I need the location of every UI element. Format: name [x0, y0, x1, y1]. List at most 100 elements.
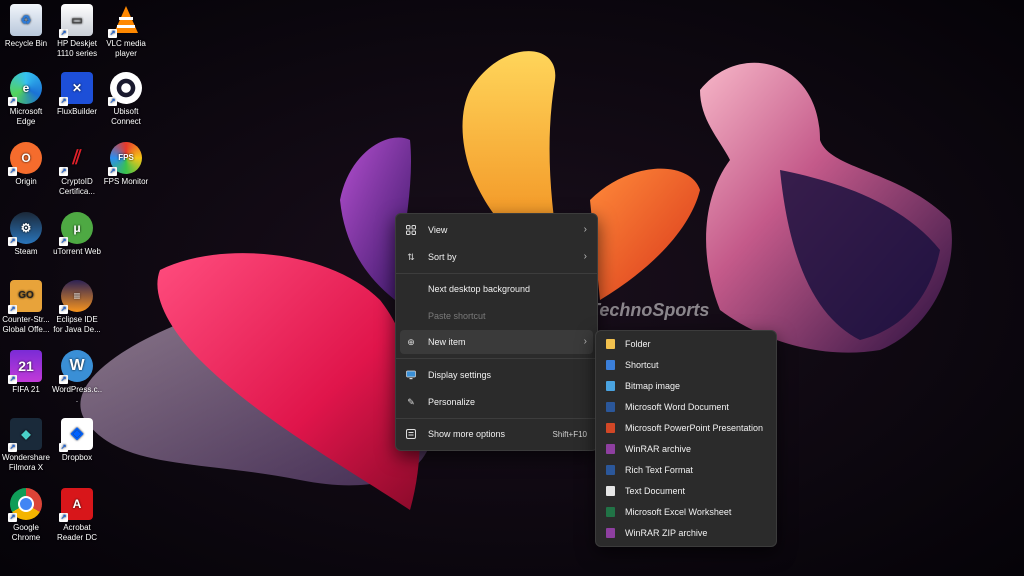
menu-item-label: Sort by	[428, 252, 457, 262]
desktop-icon-fluxbuilder[interactable]: ✕ ↗ FluxBuilder	[51, 72, 103, 117]
printer-icon: ▭ ↗	[59, 4, 93, 38]
desktop-icon-fifa[interactable]: 21 ↗ FIFA 21	[0, 350, 52, 395]
menu-item-display-settings[interactable]: Display settings	[400, 363, 593, 387]
dropbox-icon: ◈ ↗	[59, 418, 93, 452]
menu-separator	[396, 358, 597, 359]
eclipse-icon: ≡ ↗	[59, 280, 93, 314]
menu-item-sort-by[interactable]: ⇅ Sort by ›	[400, 245, 593, 269]
menu-item-view[interactable]: View ›	[400, 218, 593, 242]
chevron-right-icon: ›	[583, 251, 587, 262]
watermark-text: TechnoSports	[589, 299, 710, 320]
submenu-item-shortcut[interactable]: Shortcut	[600, 354, 772, 375]
chevron-right-icon: ›	[583, 336, 587, 347]
submenu-item-folder[interactable]: Folder	[600, 333, 772, 354]
submenu-item-powerpoint-presentation[interactable]: Microsoft PowerPoint Presentation	[600, 417, 772, 438]
menu-item-label: View	[428, 225, 448, 235]
new-item-submenu: Folder Shortcut Bitmap image Microsoft W…	[595, 330, 777, 547]
sort-icon: ⇅	[407, 251, 415, 262]
word-doc-icon	[606, 401, 615, 412]
submenu-item-bitmap-image[interactable]: Bitmap image	[600, 375, 772, 396]
menu-item-label: New item	[428, 337, 466, 347]
menu-separator	[396, 418, 597, 419]
csgo-icon: GO ↗	[8, 280, 42, 314]
menu-item-show-more-options[interactable]: Show more options Shift+F10	[400, 422, 593, 446]
fps-monitor-icon: FPS ↗	[108, 142, 142, 176]
desktop-icon-fps-monitor[interactable]: FPS ↗ FPS Monitor	[100, 142, 152, 187]
submenu-item-excel-worksheet[interactable]: Microsoft Excel Worksheet	[600, 501, 772, 522]
folder-icon	[606, 338, 615, 349]
desktop-icon-csgo[interactable]: GO ↗ Counter-Str... Global Offe...	[0, 280, 52, 335]
chevron-right-icon: ›	[583, 224, 587, 235]
origin-icon: O ↗	[8, 142, 42, 176]
utorrent-icon: μ ↗	[59, 212, 93, 246]
ubisoft-icon: ↗	[108, 72, 142, 106]
bitmap-icon	[606, 380, 615, 391]
desktop-icon-hp-deskjet[interactable]: ▭ ↗ HP Deskjet 1110 series	[51, 4, 103, 59]
menu-item-label: Show more options	[428, 429, 506, 439]
brush-icon: ✎	[407, 396, 415, 407]
desktop-icon-cryptoid[interactable]: ⫽ ↗ CryptoID Certifica...	[51, 142, 103, 197]
menu-item-label: Personalize	[428, 397, 476, 407]
fluxbuilder-icon: ✕ ↗	[59, 72, 93, 106]
vlc-cone-icon: ↗	[108, 4, 142, 38]
grid-view-icon	[406, 225, 416, 235]
desktop-context-menu: View › ⇅ Sort by › Next desktop backgrou…	[395, 213, 598, 451]
desktop-icon-edge[interactable]: e ↗ Microsoft Edge	[0, 72, 52, 127]
menu-item-next-desktop-background[interactable]: Next desktop background	[400, 277, 593, 301]
submenu-item-winrar-zip-archive[interactable]: WinRAR ZIP archive	[600, 522, 772, 543]
submenu-item-word-document[interactable]: Microsoft Word Document	[600, 396, 772, 417]
desktop-icon-utorrent[interactable]: μ ↗ uTorrent Web	[51, 212, 103, 257]
shortcut-icon	[606, 359, 615, 370]
menu-item-label: Display settings	[428, 370, 492, 380]
submenu-item-label: Folder	[625, 338, 651, 349]
cryptoid-icon: ⫽ ↗	[59, 147, 82, 176]
menu-item-paste-shortcut: Paste shortcut	[400, 304, 593, 328]
menu-item-label: Next desktop background	[428, 284, 531, 294]
menu-separator	[396, 273, 597, 274]
submenu-item-label: WinRAR archive	[625, 443, 692, 454]
desktop-icon-recycle-bin[interactable]: ♻ Recycle Bin	[0, 4, 52, 49]
submenu-item-label: Shortcut	[625, 359, 659, 370]
desktop-icon-ubisoft[interactable]: ↗ Ubisoft Connect	[100, 72, 152, 127]
shortcut-hint: Shift+F10	[552, 430, 587, 439]
desktop-icon-vlc[interactable]: ↗ VLC media player	[100, 4, 152, 59]
rtf-icon	[606, 464, 615, 475]
desktop-icon-steam[interactable]: ⚙ ↗ Steam	[0, 212, 52, 257]
edge-icon: e ↗	[8, 72, 42, 106]
desktop-icon-origin[interactable]: O ↗ Origin	[0, 142, 52, 187]
more-options-icon	[406, 429, 416, 439]
submenu-item-rich-text-format[interactable]: Rich Text Format	[600, 459, 772, 480]
submenu-item-label: Microsoft PowerPoint Presentation	[625, 422, 764, 433]
text-doc-icon	[606, 485, 615, 496]
steam-icon: ⚙ ↗	[8, 212, 42, 246]
desktop-icon-dropbox[interactable]: ◈ ↗ Dropbox	[51, 418, 103, 463]
submenu-item-label: WinRAR ZIP archive	[625, 527, 708, 538]
recycle-bin-icon: ♻	[10, 4, 42, 36]
menu-item-personalize[interactable]: ✎ Personalize	[400, 390, 593, 414]
wordpress-icon: W ↗	[59, 350, 93, 384]
filmora-icon: ◆ ↗	[8, 418, 42, 452]
submenu-item-winrar-archive[interactable]: WinRAR archive	[600, 438, 772, 459]
excel-icon	[606, 506, 615, 517]
display-icon	[406, 370, 416, 380]
desktop-icon-wordpress[interactable]: W ↗ WordPress.c...	[51, 350, 103, 405]
menu-item-label: Paste shortcut	[428, 311, 486, 321]
chrome-icon: ↗	[8, 488, 42, 522]
fifa-icon: 21 ↗	[8, 350, 42, 384]
menu-item-new-item[interactable]: ⊕ New item ›	[400, 330, 593, 354]
desktop-icon-eclipse[interactable]: ≡ ↗ Eclipse IDE for Java De...	[51, 280, 103, 335]
desktop-icon-chrome[interactable]: ↗ Google Chrome	[0, 488, 52, 543]
winrar-icon	[606, 443, 615, 454]
submenu-item-label: Text Document	[625, 485, 686, 496]
submenu-item-label: Microsoft Word Document	[625, 401, 729, 412]
winrar-zip-icon	[606, 527, 615, 538]
submenu-item-label: Rich Text Format	[625, 464, 693, 475]
desktop-icon-filmora[interactable]: ◆ ↗ Wondershare Filmora X	[0, 418, 52, 473]
submenu-item-label: Bitmap image	[625, 380, 681, 391]
plus-circle-icon: ⊕	[407, 336, 415, 347]
desktop-icon-acrobat[interactable]: A ↗ Acrobat Reader DC	[51, 488, 103, 543]
submenu-item-text-document[interactable]: Text Document	[600, 480, 772, 501]
acrobat-icon: A ↗	[59, 488, 93, 522]
powerpoint-icon	[606, 422, 615, 433]
submenu-item-label: Microsoft Excel Worksheet	[625, 506, 732, 517]
